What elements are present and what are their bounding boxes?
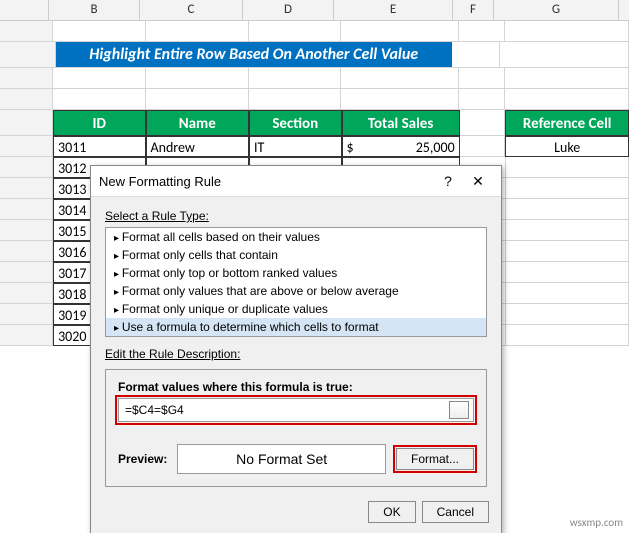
cell[interactable] [505, 21, 629, 42]
cell[interactable] [53, 68, 145, 89]
cell[interactable] [146, 21, 249, 42]
rowhead[interactable] [0, 304, 53, 325]
edit-desc-label: Edit the Rule Description: [105, 347, 487, 361]
cell[interactable] [341, 21, 459, 42]
cell[interactable] [500, 42, 629, 68]
cell-ref[interactable] [506, 304, 629, 325]
cell-total[interactable]: $25,000 [342, 136, 460, 157]
rule-type-item[interactable]: Format only top or bottom ranked values [106, 264, 486, 282]
cell-ref[interactable] [506, 283, 629, 304]
cell[interactable] [341, 68, 459, 89]
dialog-titlebar[interactable]: New Formatting Rule ? ✕ [91, 166, 501, 197]
cell[interactable] [249, 68, 341, 89]
cell-ref[interactable] [506, 199, 629, 220]
cancel-button[interactable]: Cancel [422, 501, 489, 523]
rule-editor: Format values where this formula is true… [105, 369, 487, 487]
rowhead[interactable] [0, 241, 53, 262]
cell[interactable] [53, 89, 145, 110]
preview-box: No Format Set [177, 444, 386, 474]
formula-input[interactable] [123, 402, 449, 418]
cell[interactable] [459, 21, 505, 42]
rowhead[interactable] [0, 220, 53, 241]
rowhead[interactable] [0, 136, 53, 157]
rowhead[interactable] [0, 325, 53, 346]
rowhead-spacer [0, 0, 49, 20]
cell-ref[interactable]: Luke [505, 136, 629, 157]
th-id[interactable]: ID [53, 110, 146, 136]
dialog-title: New Formatting Rule [99, 174, 433, 189]
page-title: Highlight Entire Row Based On Another Ce… [56, 42, 452, 68]
cell[interactable] [53, 21, 145, 42]
cell[interactable] [452, 42, 500, 68]
th-name[interactable]: Name [146, 110, 250, 136]
rule-type-item[interactable]: Format only cells that contain [106, 246, 486, 264]
cell[interactable] [505, 68, 629, 89]
cell[interactable] [249, 21, 341, 42]
rowhead[interactable] [0, 262, 53, 283]
cell[interactable] [146, 89, 249, 110]
rowhead[interactable] [0, 89, 53, 110]
cell-ref[interactable] [506, 241, 629, 262]
rowhead[interactable] [0, 68, 53, 89]
rowhead[interactable] [0, 199, 53, 220]
rule-type-list[interactable]: Format all cells based on their valuesFo… [105, 227, 487, 337]
rule-type-item[interactable]: Format only unique or duplicate values [106, 300, 486, 318]
cell-ref[interactable] [506, 325, 629, 346]
preview-label: Preview: [118, 452, 167, 466]
cell-ref[interactable] [506, 157, 629, 178]
rule-type-item[interactable]: Format all cells based on their values [106, 228, 486, 246]
colhead-c[interactable]: C [140, 0, 243, 20]
colhead-g[interactable]: G [494, 0, 619, 20]
cell[interactable] [459, 89, 505, 110]
formula-label: Format values where this formula is true… [118, 380, 474, 394]
cell[interactable] [460, 110, 506, 136]
th-total[interactable]: Total Sales [342, 110, 460, 136]
cell-ref[interactable] [506, 262, 629, 283]
cell[interactable] [146, 68, 249, 89]
column-headers: B C D E F G [0, 0, 629, 21]
rowhead[interactable] [0, 21, 53, 42]
th-ref[interactable]: Reference Cell [505, 110, 629, 136]
rowhead[interactable] [0, 283, 53, 304]
range-picker-icon[interactable] [449, 401, 469, 419]
new-formatting-rule-dialog: New Formatting Rule ? ✕ Select a Rule Ty… [90, 165, 502, 533]
ok-button[interactable]: OK [368, 501, 415, 523]
help-icon[interactable]: ? [433, 173, 463, 189]
rule-type-item[interactable]: Use a formula to determine which cells t… [106, 318, 486, 336]
cell[interactable] [459, 68, 505, 89]
cell-ref[interactable] [506, 220, 629, 241]
close-icon[interactable]: ✕ [463, 173, 493, 190]
cell[interactable] [505, 89, 629, 110]
colhead-b[interactable]: B [49, 0, 140, 20]
colhead-f[interactable]: F [453, 0, 494, 20]
rule-type-item[interactable]: Format only values that are above or bel… [106, 282, 486, 300]
colhead-d[interactable]: D [243, 0, 334, 20]
select-rule-label: Select a Rule Type: [105, 209, 487, 223]
cell[interactable] [460, 136, 506, 157]
watermark: wsxmp.com [570, 516, 623, 529]
rowhead[interactable] [0, 178, 53, 199]
th-section[interactable]: Section [249, 110, 342, 136]
rowhead[interactable] [0, 42, 56, 68]
cell-ref[interactable] [506, 178, 629, 199]
cell-section[interactable]: IT [249, 136, 342, 157]
cell-id[interactable]: 3011 [53, 136, 146, 157]
format-button[interactable]: Format... [396, 448, 474, 470]
rowhead[interactable] [0, 157, 53, 178]
cell[interactable] [341, 89, 459, 110]
formula-field-wrap [118, 398, 474, 422]
cell[interactable] [249, 89, 341, 110]
colhead-e[interactable]: E [334, 0, 453, 20]
cell-name[interactable]: Andrew [146, 136, 250, 157]
rowhead[interactable] [0, 110, 53, 136]
